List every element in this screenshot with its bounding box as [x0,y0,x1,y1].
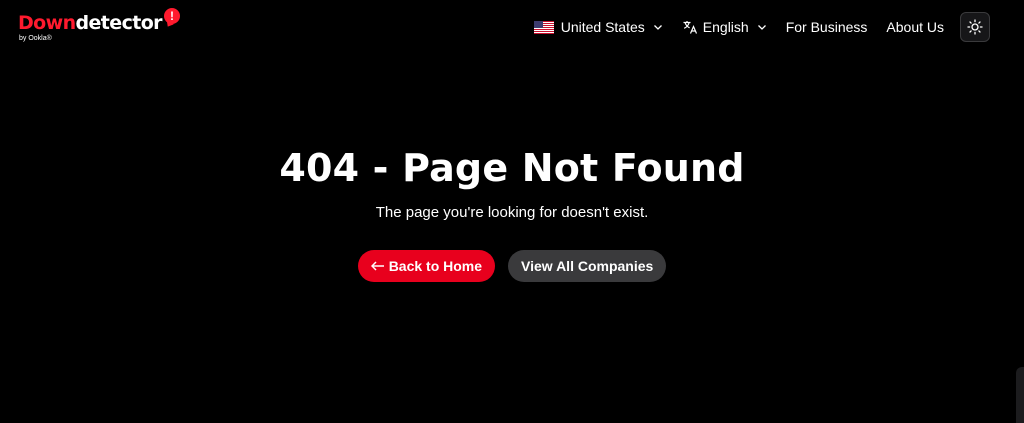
chevron-down-icon [653,25,662,30]
theme-toggle-button[interactable] [960,12,990,42]
logo-wordmark: Downdetector [18,12,163,34]
country-label: United States [560,19,645,35]
scrollbar[interactable] [1016,367,1024,423]
country-selector[interactable]: United States [533,19,663,35]
language-label: English [702,19,749,35]
exclamation-badge-icon: ! [164,8,180,24]
view-all-companies-label: View All Companies [521,258,654,274]
language-selector[interactable]: English [682,19,767,35]
site-header: Downdetector ! by Ookla® United States E… [0,0,1024,56]
logo-byline: by Ookla® [19,35,52,42]
view-all-companies-button[interactable]: View All Companies [508,250,667,282]
error-message: The page you're looking for doesn't exis… [375,204,649,221]
chevron-down-icon [757,25,766,30]
action-buttons: Back to Home View All Companies [0,250,1024,282]
page-title: 404 - Page Not Found [279,146,745,190]
back-to-home-button[interactable]: Back to Home [357,250,496,282]
logo-word-detector: detector [75,12,163,34]
for-business-link[interactable]: For Business [786,19,868,35]
downdetector-logo[interactable]: Downdetector ! by Ookla® [18,8,180,43]
arrow-left-icon [370,261,384,271]
page: Downdetector ! by Ookla® United States E… [0,0,1024,423]
error-section: 404 - Page Not Found The page you're loo… [0,140,1024,282]
sun-icon [967,19,983,35]
us-flag-icon [533,20,554,34]
about-us-link[interactable]: About Us [886,19,944,35]
translate-icon [683,21,697,34]
back-to-home-label: Back to Home [388,258,483,274]
logo-word-down: Down [18,12,76,34]
top-nav: United States English For Business About… [515,12,990,42]
